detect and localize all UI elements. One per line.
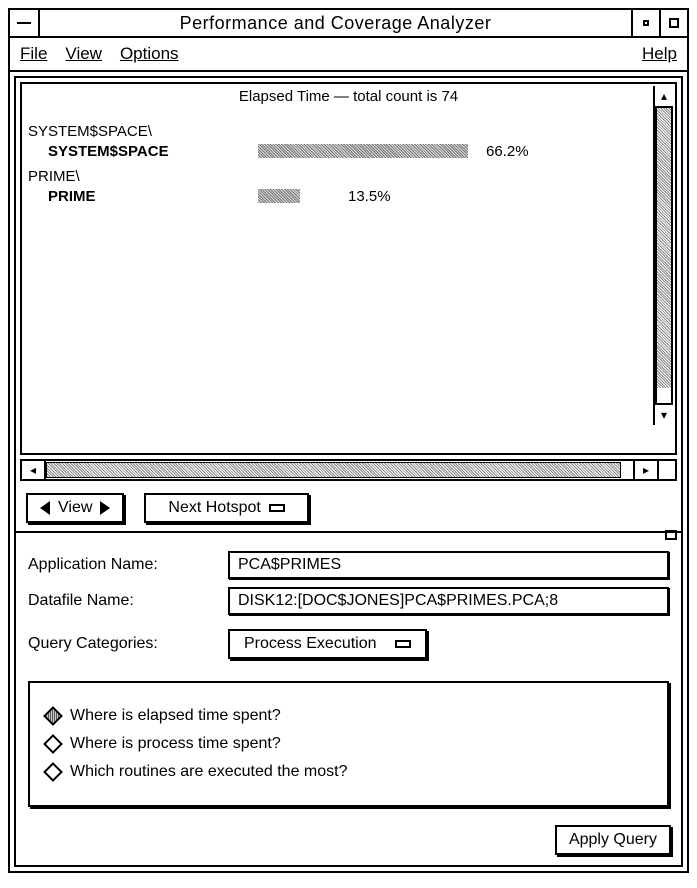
- menu-file[interactable]: File: [20, 44, 47, 64]
- pane-sash[interactable]: [16, 531, 681, 537]
- bar-fill: [258, 189, 300, 203]
- apply-query-button[interactable]: Apply Query: [555, 825, 671, 855]
- main-window: Performance and Coverage Analyzer File V…: [8, 8, 689, 873]
- radio-selected-icon: [43, 706, 63, 726]
- system-menu-button[interactable]: [10, 10, 40, 36]
- footer: Apply Query: [16, 819, 681, 865]
- minimize-icon: [643, 20, 649, 26]
- chart-title: Elapsed Time — total count is 74: [22, 84, 675, 113]
- query-form: Application Name: PCA$PRIMES Datafile Na…: [16, 537, 681, 675]
- scroll-track[interactable]: [655, 106, 673, 405]
- view-stepper-label: View: [58, 499, 92, 517]
- query-list: Where is elapsed time spent? Where is pr…: [28, 681, 669, 807]
- option-menu-icon: [269, 504, 285, 512]
- bar-row-system-space: SYSTEM$SPACE 66.2%: [28, 140, 645, 162]
- scroll-up-icon[interactable]: ▴: [655, 86, 673, 106]
- datafile-label: Datafile Name:: [28, 592, 218, 610]
- scroll-down-icon[interactable]: ▾: [655, 405, 673, 425]
- query-label: Which routines are executed the most?: [70, 763, 347, 781]
- query-categories-label: Query Categories:: [28, 635, 218, 653]
- query-label: Where is process time spent?: [70, 735, 281, 753]
- bar-row-prime: PRIME 13.5%: [28, 185, 645, 207]
- radio-unselected-icon: [43, 734, 63, 754]
- menu-options[interactable]: Options: [120, 44, 179, 64]
- query-categories-row: Query Categories: Process Execution: [28, 629, 669, 659]
- bar-percent: 66.2%: [486, 143, 529, 160]
- scroll-thumb[interactable]: [657, 108, 671, 388]
- bar-label: SYSTEM$SPACE: [28, 143, 258, 160]
- menubar: File View Options Help: [10, 38, 687, 72]
- window-title: Performance and Coverage Analyzer: [40, 10, 631, 36]
- radio-unselected-icon: [43, 762, 63, 782]
- toolbar: View Next Hotspot: [16, 485, 681, 531]
- client-area: Elapsed Time — total count is 74 SYSTEM$…: [14, 76, 683, 867]
- datafile-field[interactable]: DISK12:[DOC$JONES]PCA$PRIMES.PCA;8: [228, 587, 669, 615]
- scroll-thumb[interactable]: [46, 462, 621, 478]
- apply-query-label: Apply Query: [569, 831, 657, 849]
- vertical-scrollbar[interactable]: ▴ ▾: [653, 86, 673, 425]
- app-name-label: Application Name:: [28, 556, 218, 574]
- group-label-system-space: SYSTEM$SPACE\: [28, 123, 645, 140]
- datafile-row: Datafile Name: DISK12:[DOC$JONES]PCA$PRI…: [28, 587, 669, 615]
- query-label: Where is elapsed time spent?: [70, 707, 281, 725]
- query-categories-value: Process Execution: [244, 635, 377, 653]
- horizontal-scrollbar[interactable]: ◂ ▸: [20, 459, 677, 481]
- titlebar: Performance and Coverage Analyzer: [10, 10, 687, 38]
- scroll-left-icon[interactable]: ◂: [22, 461, 44, 479]
- option-menu-icon: [395, 640, 411, 648]
- bar-track: [258, 189, 468, 203]
- query-process-time[interactable]: Where is process time spent?: [46, 735, 651, 753]
- query-routines-most[interactable]: Which routines are executed the most?: [46, 763, 651, 781]
- group-label-prime: PRIME\: [28, 168, 645, 185]
- app-name-row: Application Name: PCA$PRIMES: [28, 551, 669, 579]
- bar-label: PRIME: [28, 188, 258, 205]
- menu-view[interactable]: View: [65, 44, 102, 64]
- menu-help[interactable]: Help: [642, 44, 677, 64]
- view-stepper[interactable]: View: [26, 493, 124, 523]
- chart-panel: Elapsed Time — total count is 74 SYSTEM$…: [20, 82, 677, 455]
- query-categories-dropdown[interactable]: Process Execution: [228, 629, 427, 659]
- arrow-left-icon: [40, 501, 50, 515]
- chart-body: SYSTEM$SPACE\ SYSTEM$SPACE 66.2% PRIME\ …: [22, 113, 651, 453]
- system-menu-icon: [17, 22, 31, 24]
- resize-handle[interactable]: [657, 461, 675, 479]
- minimize-button[interactable]: [631, 10, 659, 36]
- app-name-field[interactable]: PCA$PRIMES: [228, 551, 669, 579]
- sash-handle-icon: [665, 530, 677, 540]
- arrow-right-icon: [100, 501, 110, 515]
- scroll-track[interactable]: [44, 461, 635, 479]
- scroll-right-icon[interactable]: ▸: [635, 461, 657, 479]
- maximize-button[interactable]: [659, 10, 687, 36]
- bar-fill: [258, 144, 468, 158]
- next-hotspot-button[interactable]: Next Hotspot: [144, 493, 308, 523]
- maximize-icon: [669, 18, 679, 28]
- bar-track: [258, 144, 468, 158]
- next-hotspot-label: Next Hotspot: [168, 499, 260, 517]
- query-elapsed-time[interactable]: Where is elapsed time spent?: [46, 707, 651, 725]
